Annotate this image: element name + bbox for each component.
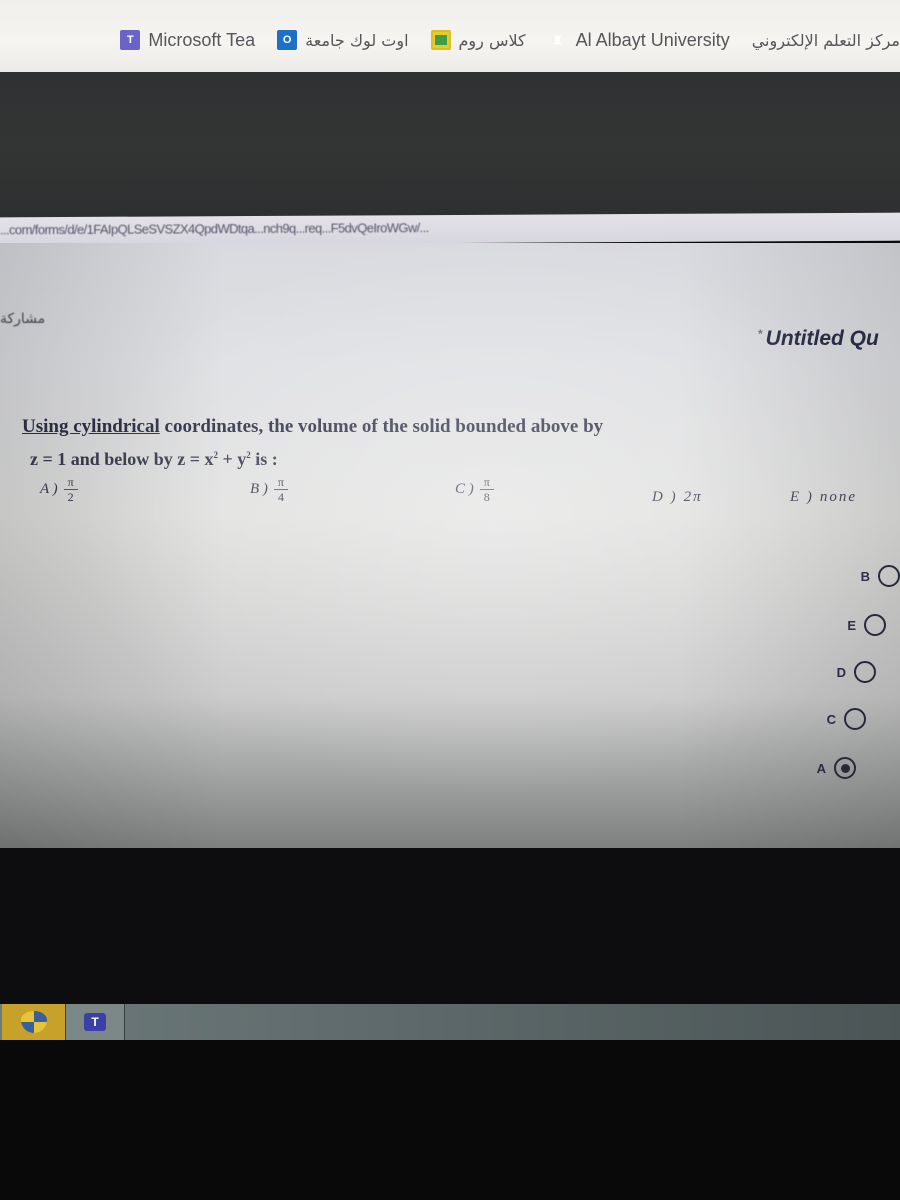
numerator: π	[273, 475, 288, 490]
option-c: C ) π 8	[455, 475, 494, 504]
form-title-text: Untitled Qu	[765, 327, 879, 350]
address-url: ...com/forms/d/e/1FAIpQLSeSVSZX4QpdWDtqa…	[0, 220, 429, 238]
option-e: E ) none	[790, 489, 857, 506]
university-icon: ♜	[552, 34, 563, 47]
fraction: π 4	[273, 475, 288, 504]
choice-d[interactable]: D	[836, 661, 876, 683]
taskbar: T	[0, 1004, 900, 1040]
fraction: π 2	[63, 475, 78, 504]
required-mark: *	[758, 327, 763, 341]
option-letter: A )	[40, 481, 58, 497]
bookmark-al-albayt-university[interactable]: ♜ Al Albayt University	[548, 30, 730, 51]
option-d: D ) 2π	[652, 489, 703, 506]
bookmark-outlook[interactable]: O اوت لوك جامعة	[277, 30, 409, 50]
option-value: none	[819, 489, 858, 505]
fraction: π 8	[479, 475, 494, 504]
screen-bezel-dark	[0, 848, 900, 1008]
radio-button[interactable]	[854, 661, 876, 683]
bookmark-classroom[interactable]: كلاس روم	[430, 30, 526, 50]
answer-options: A ) π 2 B ) π 4 C ) π 8 D ) 2π E ) none	[0, 475, 900, 535]
bookmarks-bar: مركز التعلم الإلكتروني ♜ Al Albayt Unive…	[0, 0, 900, 72]
radio-button[interactable]	[864, 614, 886, 636]
choice-b[interactable]: B	[860, 565, 900, 587]
choice-c[interactable]: C	[826, 708, 866, 730]
browser-chrome-band	[0, 72, 900, 220]
choice-label: D	[836, 664, 846, 680]
form-title: * Untitled Qu	[758, 327, 879, 351]
classroom-icon	[430, 30, 451, 50]
question-text-rest: coordinates, the volume of the solid bou…	[159, 416, 604, 437]
denominator: 8	[483, 490, 490, 504]
radio-button-selected[interactable]	[834, 757, 856, 779]
share-label[interactable]: مشاركة	[0, 311, 45, 327]
shield-icon	[20, 1011, 47, 1033]
taskbar-security-app[interactable]	[2, 1004, 65, 1040]
question-line2-part: + y	[218, 449, 247, 469]
bookmark-label: اوت لوك جامعة	[305, 30, 409, 50]
denominator: 4	[277, 490, 284, 504]
numerator: π	[479, 475, 494, 490]
radio-button[interactable]	[844, 708, 866, 730]
denominator: 2	[67, 490, 74, 504]
question-text-underlined: Using cylindrical	[22, 416, 160, 437]
form-page: مشاركة * Untitled Qu Using cylindrical co…	[0, 243, 900, 848]
bookmark-microsoft-teams[interactable]: T Microsoft Tea	[120, 30, 255, 51]
bookmark-label: مركز التعلم الإلكتروني	[751, 30, 900, 50]
question-text: Using cylindrical coordinates, the volum…	[22, 413, 882, 473]
teams-icon: T	[84, 1013, 106, 1031]
choice-a[interactable]: A	[816, 757, 856, 779]
question-line2-part: z = 1 and below by z = x	[30, 449, 214, 469]
option-letter: C )	[455, 481, 474, 497]
option-letter: E )	[790, 489, 814, 505]
option-letter: D )	[652, 489, 678, 505]
teams-icon: T	[120, 30, 141, 50]
bookmark-label: كلاس روم	[458, 30, 526, 50]
desk-dark-area	[0, 1040, 900, 1200]
bookmark-label: Microsoft Tea	[148, 29, 256, 50]
outlook-icon: O	[277, 30, 298, 50]
taskbar-microsoft-teams[interactable]: T	[65, 1004, 125, 1040]
choice-label: A	[816, 760, 826, 776]
option-letter: B )	[250, 481, 268, 497]
bookmark-elearning-center[interactable]: مركز التعلم الإلكتروني	[752, 31, 900, 50]
choice-label: C	[826, 711, 836, 727]
question-line2-part: is :	[250, 449, 278, 469]
option-b: B ) π 4	[250, 475, 288, 504]
option-a: A ) π 2	[40, 475, 78, 504]
radio-button[interactable]	[878, 565, 900, 587]
option-value: 2π	[683, 489, 703, 505]
bookmark-label: Al Albayt University	[575, 29, 730, 50]
address-bar[interactable]: ...com/forms/d/e/1FAIpQLSeSVSZX4QpdWDtqa…	[0, 212, 900, 246]
choice-e[interactable]: E	[846, 614, 886, 636]
choice-label: B	[860, 568, 870, 584]
choice-label: E	[847, 617, 856, 633]
numerator: π	[63, 475, 78, 490]
